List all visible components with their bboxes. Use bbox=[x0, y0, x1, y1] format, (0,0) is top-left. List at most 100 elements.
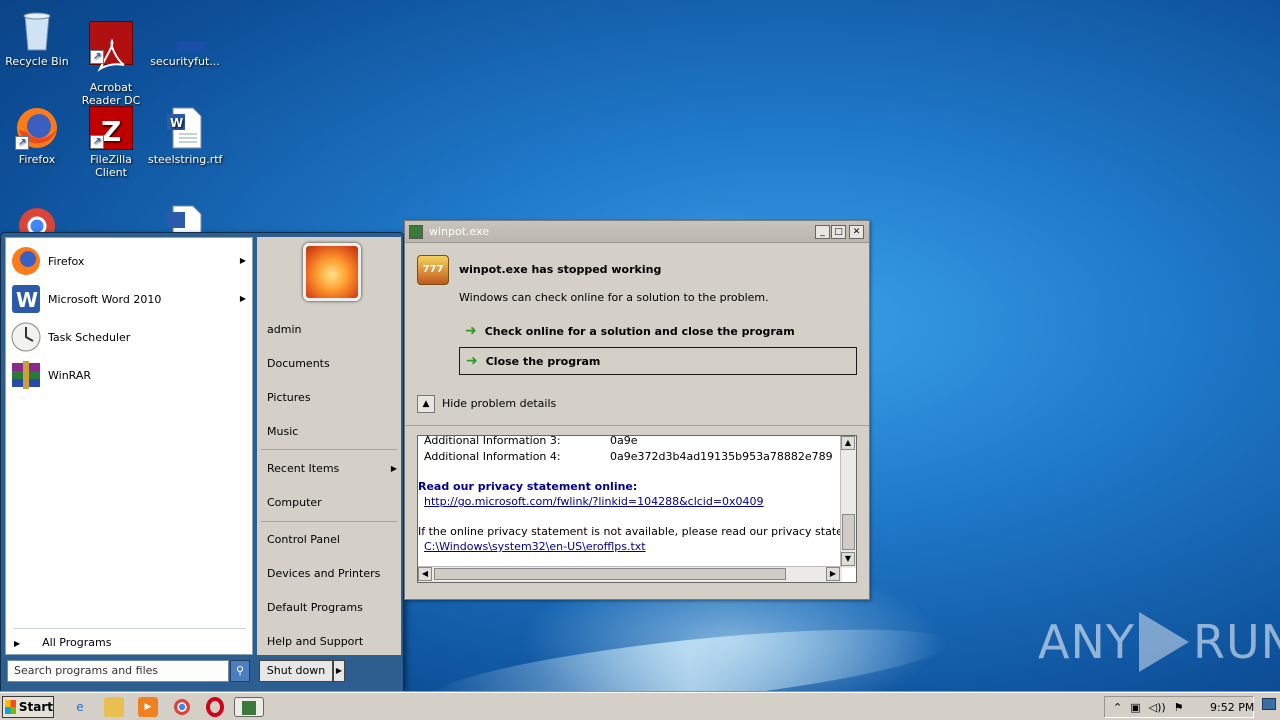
start-program-firefox[interactable]: Firefox ▶ bbox=[10, 244, 250, 278]
winpot-app-icon: 777 bbox=[417, 255, 449, 285]
anyrun-watermark: ANY RUN bbox=[1038, 612, 1280, 672]
app-small-icon bbox=[409, 224, 423, 239]
taskbar: Start e ▶ ⌃ ▣ ◁)) ⚑ 9:52 PM bbox=[0, 692, 1280, 720]
scroll-right-arrow-icon[interactable]: ▶ bbox=[826, 567, 840, 581]
chrome-icon[interactable] bbox=[172, 697, 192, 717]
link-music[interactable]: Music bbox=[267, 425, 298, 438]
shortcut-arrow-icon: ↗ bbox=[15, 136, 29, 150]
divider bbox=[261, 521, 397, 522]
desktop-icon-filezilla[interactable]: Z ↗ FileZilla Client bbox=[74, 106, 148, 179]
scroll-up-arrow-icon[interactable]: ▲ bbox=[841, 436, 855, 450]
toggle-details-label[interactable]: Hide problem details bbox=[442, 397, 556, 410]
search-icon[interactable]: ⚲ bbox=[230, 660, 250, 682]
start-button[interactable]: Start bbox=[2, 696, 54, 718]
details-row: Additional Information 4: 0a9e372d3b4ad19… bbox=[424, 450, 833, 463]
action-center-flag-icon[interactable]: ⚑ bbox=[1174, 701, 1184, 714]
details-label: Additional Information 3: bbox=[424, 435, 561, 447]
desktop-icon-recycle-bin[interactable]: Recycle Bin bbox=[0, 8, 74, 68]
show-desktop-button[interactable] bbox=[1262, 698, 1276, 710]
close-button[interactable]: ✕ bbox=[849, 225, 864, 239]
filezilla-icon: Z ↗ bbox=[89, 106, 133, 150]
link-pictures[interactable]: Pictures bbox=[267, 391, 311, 404]
link-help-support[interactable]: Help and Support bbox=[267, 635, 363, 648]
details-row: Additional Information 3: 0a9e bbox=[424, 435, 638, 447]
desktop-icon-steelstring[interactable]: W steelstring.rtf bbox=[148, 106, 222, 166]
toggle-details-button[interactable]: ▲ bbox=[417, 395, 435, 413]
close-program-option[interactable]: ➜ Close the program bbox=[459, 347, 857, 375]
submenu-arrow-icon: ▶ bbox=[239, 256, 246, 265]
desktop-icon-acrobat[interactable]: ↗ Acrobat Reader DC bbox=[74, 8, 148, 120]
all-programs-label: All Programs bbox=[42, 636, 112, 649]
start-program-winrar[interactable]: WinRAR bbox=[10, 358, 250, 392]
option-label: Close the program bbox=[485, 354, 601, 368]
link-default-programs[interactable]: Default Programs bbox=[267, 601, 363, 614]
play-arrow-icon: ▶ bbox=[14, 639, 21, 648]
option-label: Check online for a solution and close th… bbox=[484, 324, 795, 338]
winpot-taskbar-button[interactable] bbox=[234, 697, 264, 717]
offline-text: If the online privacy statement is not a… bbox=[418, 525, 856, 538]
opera-icon[interactable] bbox=[205, 697, 225, 717]
desktop-icon-label: securityfut... bbox=[150, 55, 220, 68]
program-label: Firefox bbox=[48, 254, 85, 268]
clock-icon bbox=[11, 322, 41, 352]
start-label: Start bbox=[18, 700, 53, 714]
scroll-thumb[interactable] bbox=[842, 514, 855, 550]
clock[interactable]: 9:52 PM bbox=[1210, 701, 1254, 714]
program-label: Task Scheduler bbox=[48, 330, 131, 344]
word-doc-icon: W bbox=[163, 106, 207, 150]
desktop-icon-label: Firefox bbox=[18, 153, 56, 166]
shutdown-button[interactable]: Shut down bbox=[259, 660, 333, 682]
problem-details-box[interactable]: Additional Information 3: 0a9e Additional… bbox=[417, 435, 857, 583]
minimize-button[interactable]: _ bbox=[815, 225, 830, 239]
program-label: Microsoft Word 2010 bbox=[48, 292, 162, 306]
submenu-arrow-icon: ▶ bbox=[390, 464, 397, 473]
desktop-icon-label: Acrobat Reader DC bbox=[81, 81, 141, 107]
user-picture[interactable] bbox=[303, 243, 361, 301]
details-value: 0a9e bbox=[610, 435, 638, 447]
winrar-icon bbox=[12, 361, 40, 389]
maximize-button[interactable]: □ bbox=[831, 225, 846, 239]
desktop-icon-firefox[interactable]: ↗ Firefox bbox=[0, 106, 74, 166]
volume-icon[interactable]: ◁)) bbox=[1149, 701, 1166, 714]
shortcut-arrow-icon: ↗ bbox=[90, 135, 104, 149]
link-recent-items[interactable]: Recent Items ▶ bbox=[267, 462, 397, 475]
all-programs-button[interactable]: ▶ All Programs bbox=[14, 636, 111, 649]
explorer-icon[interactable] bbox=[104, 697, 124, 717]
desktop-icon-label: steelstring.rtf bbox=[148, 153, 223, 166]
link-admin[interactable]: admin bbox=[267, 323, 301, 336]
svg-text:Z: Z bbox=[101, 115, 121, 148]
submenu-arrow-icon: ▶ bbox=[239, 294, 246, 303]
scroll-thumb[interactable] bbox=[434, 568, 786, 580]
start-program-task-scheduler[interactable]: Task Scheduler bbox=[10, 320, 250, 354]
start-menu-programs: Firefox ▶ W Microsoft Word 2010 ▶ Task S… bbox=[5, 237, 253, 655]
watermark-text: ANY bbox=[1038, 615, 1135, 669]
dialog-titlebar[interactable]: winpot.exe bbox=[405, 221, 869, 243]
program-label: WinRAR bbox=[48, 368, 92, 382]
link-computer[interactable]: Computer bbox=[267, 496, 322, 509]
search-input[interactable]: Search programs and files bbox=[7, 660, 229, 682]
svg-text:W: W bbox=[170, 116, 183, 130]
link-documents[interactable]: Documents bbox=[267, 357, 330, 370]
scroll-left-arrow-icon[interactable]: ◀ bbox=[418, 567, 432, 581]
start-program-word[interactable]: W Microsoft Word 2010 ▶ bbox=[10, 282, 250, 316]
offline-privacy-link[interactable]: C:\Windows\system32\en-US\erofflps.txt bbox=[424, 540, 646, 553]
ie-icon[interactable]: e bbox=[70, 697, 90, 717]
network-icon[interactable]: ▣ bbox=[1130, 701, 1140, 714]
vertical-scrollbar[interactable]: ▲ ▼ bbox=[840, 436, 856, 568]
watermark-text: RUN bbox=[1192, 615, 1280, 669]
scroll-down-arrow-icon[interactable]: ▼ bbox=[841, 552, 855, 566]
horizontal-scrollbar[interactable]: ◀ ▶ bbox=[418, 566, 842, 582]
details-label: Additional Information 4: bbox=[424, 450, 561, 463]
media-player-icon[interactable]: ▶ bbox=[138, 697, 158, 717]
error-dialog: winpot.exe _ □ ✕ 777 winpot.exe has stop… bbox=[404, 220, 870, 600]
link-control-panel[interactable]: Control Panel bbox=[267, 533, 340, 546]
check-online-option[interactable]: ➜ Check online for a solution and close t… bbox=[459, 317, 857, 345]
green-arrow-icon: ➜ bbox=[465, 323, 477, 339]
desktop-icon-securityfut[interactable]: securityfut... bbox=[148, 8, 222, 68]
privacy-link[interactable]: http://go.microsoft.com/fwlink/?linkid=1… bbox=[424, 495, 764, 508]
link-devices-printers[interactable]: Devices and Printers bbox=[267, 567, 380, 580]
show-hidden-icons-icon[interactable]: ⌃ bbox=[1113, 701, 1122, 714]
shutdown-options-arrow-icon[interactable]: ▶ bbox=[333, 660, 345, 682]
desktop-icon-label: FileZilla Client bbox=[90, 153, 132, 179]
svg-text:W: W bbox=[16, 288, 38, 312]
